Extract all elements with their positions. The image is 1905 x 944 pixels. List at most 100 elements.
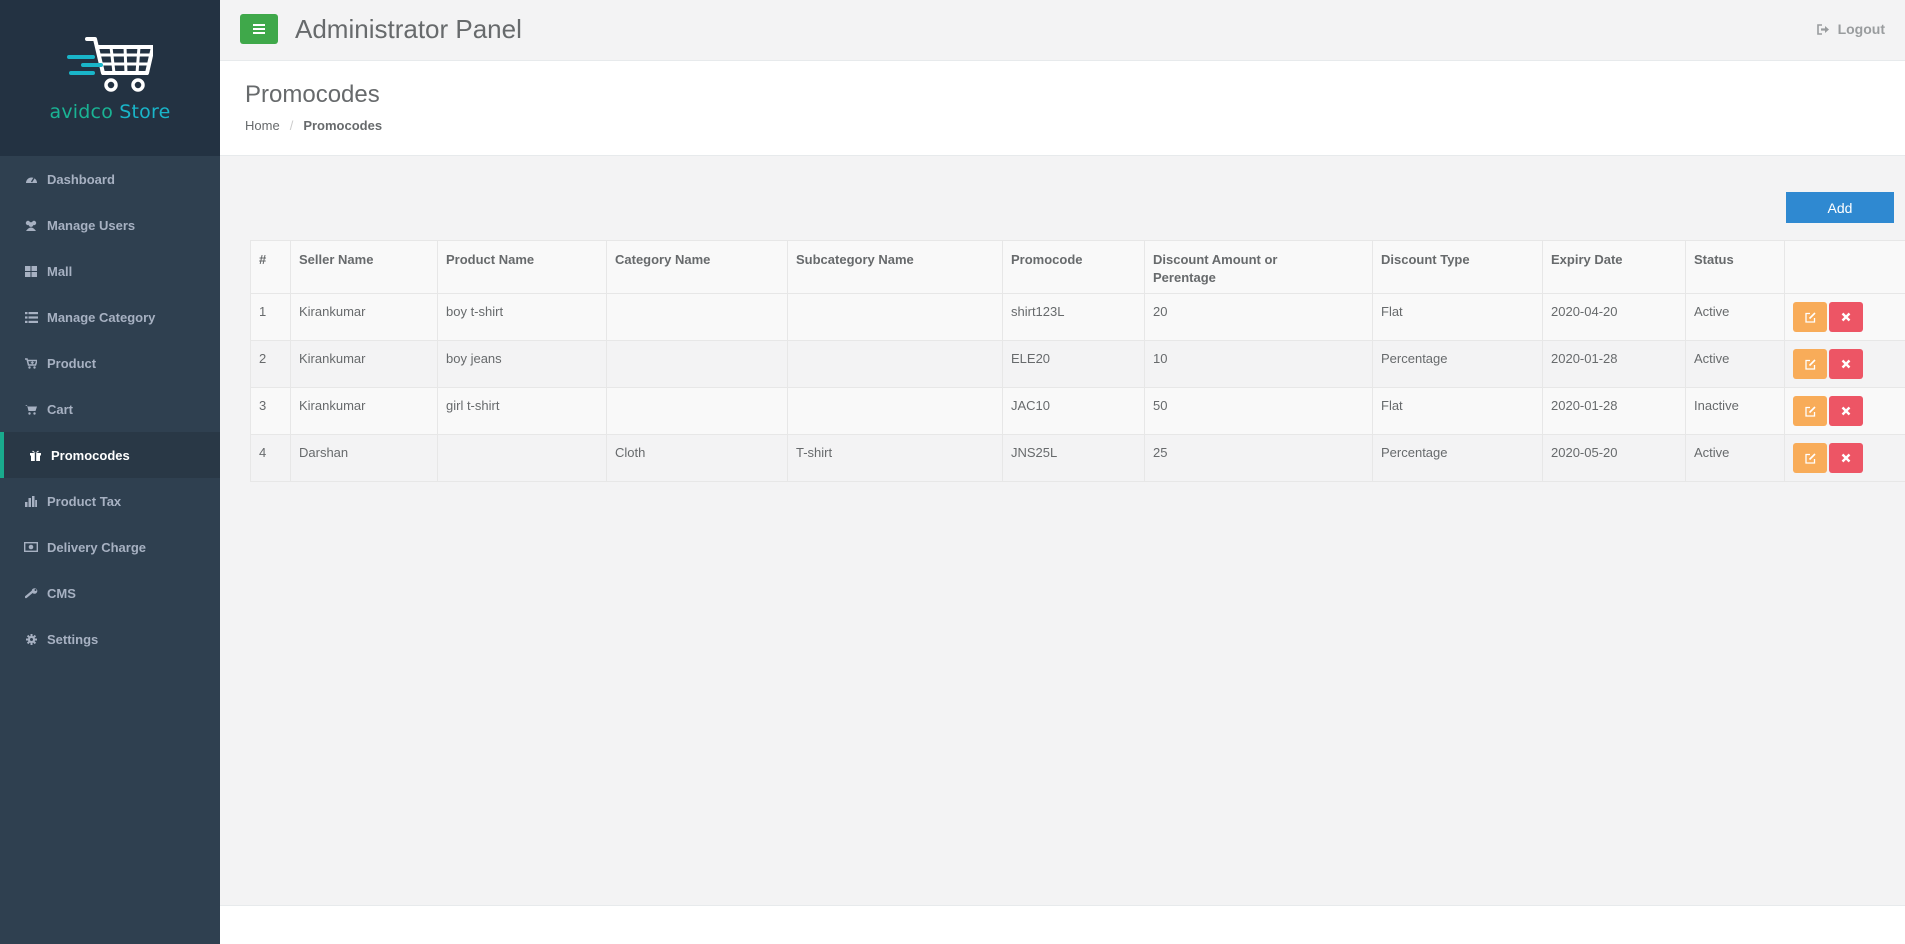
table-cell: Inactive: [1685, 387, 1785, 435]
sidebar-item-cms[interactable]: CMS: [0, 570, 220, 616]
top-navbar: Administrator Panel Logout: [220, 0, 1905, 61]
column-header: Category Name: [606, 240, 788, 294]
edit-button[interactable]: [1793, 443, 1827, 473]
page-title: Promocodes: [245, 81, 380, 108]
footer: [220, 905, 1905, 944]
brand-name-part1: avidco: [49, 101, 114, 123]
hamburger-icon: [253, 24, 265, 34]
table-cell: 2: [250, 340, 291, 388]
table-row: 1 Kirankumar boy t-shirt shirt123L 20 Fl…: [250, 293, 1905, 341]
sidebar-item-promocodes[interactable]: Promocodes: [0, 432, 220, 478]
table-row: 3 Kirankumar girl t-shirt JAC10 50 Flat …: [250, 387, 1905, 435]
sidebar-item-product[interactable]: Product: [0, 340, 220, 386]
list-icon: [24, 310, 38, 324]
sidebar-item-manage-category[interactable]: Manage Category: [0, 294, 220, 340]
sidebar-item-label: Manage Users: [47, 217, 136, 233]
delete-button[interactable]: [1829, 396, 1863, 426]
breadcrumb-home-link[interactable]: Home: [245, 118, 280, 133]
brand-name: avidco Store: [50, 101, 171, 123]
cart-plus-icon: [24, 356, 38, 370]
table-header-row: # Seller Name Product Name Category Name…: [250, 240, 1905, 294]
table-cell: [606, 387, 788, 435]
table-cell: [787, 340, 1003, 388]
sidebar-item-label: Dashboard: [47, 171, 115, 187]
table-cell: T-shirt: [787, 434, 1003, 482]
table-cell: girl t-shirt: [437, 387, 607, 435]
page-heading: Promocodes Home / Promocodes: [220, 61, 1905, 156]
delete-button[interactable]: [1829, 349, 1863, 379]
sidebar-item-manage-users[interactable]: Manage Users: [0, 202, 220, 248]
edit-icon: [1804, 311, 1816, 323]
close-icon: [1841, 453, 1851, 463]
sign-out-icon: [1816, 23, 1830, 35]
sidebar-item-label: Delivery Charge: [47, 539, 146, 555]
column-header: Status: [1685, 240, 1785, 294]
edit-button[interactable]: [1793, 396, 1827, 426]
wrench-icon: [24, 586, 38, 600]
table-cell: Active: [1685, 340, 1785, 388]
row-actions: [1784, 340, 1905, 388]
sidebar-item-delivery-charge[interactable]: Delivery Charge: [0, 524, 220, 570]
gear-icon: [24, 632, 38, 646]
sidebar-item-label: Product: [47, 355, 97, 371]
sidebar-item-cart[interactable]: Cart: [0, 386, 220, 432]
column-header: Expiry Date: [1542, 240, 1686, 294]
column-header: Promocode: [1002, 240, 1145, 294]
column-header-actions: [1784, 240, 1905, 294]
edit-button[interactable]: [1793, 302, 1827, 332]
gift-icon: [28, 448, 42, 462]
table-cell: [437, 434, 607, 482]
table-cell: boy t-shirt: [437, 293, 607, 341]
table-cell: JNS25L: [1002, 434, 1145, 482]
table-cell: Active: [1685, 434, 1785, 482]
table-cell: 3: [250, 387, 291, 435]
brand-logo[interactable]: avidco Store: [0, 0, 220, 156]
row-actions: [1784, 293, 1905, 341]
table-cell: 2020-01-28: [1542, 340, 1686, 388]
table-cell: shirt123L: [1002, 293, 1145, 341]
logout-link[interactable]: Logout: [1816, 21, 1885, 37]
sidebar-item-mall[interactable]: Mall: [0, 248, 220, 294]
table-cell: 10: [1144, 340, 1373, 388]
table-cell: Percentage: [1372, 340, 1543, 388]
edit-icon: [1804, 405, 1816, 417]
table-cell: 50: [1144, 387, 1373, 435]
table-cell: Flat: [1372, 387, 1543, 435]
table-row: 4 Darshan Cloth T-shirt JNS25L 25 Percen…: [250, 434, 1905, 482]
table-cell: boy jeans: [437, 340, 607, 388]
delete-button[interactable]: [1829, 302, 1863, 332]
cart-icon: [24, 402, 38, 416]
breadcrumb-separator: /: [289, 118, 294, 133]
table-cell: 2020-05-20: [1542, 434, 1686, 482]
row-actions: [1784, 387, 1905, 435]
table-cell: [606, 340, 788, 388]
column-header: Seller Name: [290, 240, 438, 294]
edit-icon: [1804, 358, 1816, 370]
users-icon: [24, 218, 38, 232]
sidebar-item-product-tax[interactable]: Product Tax: [0, 478, 220, 524]
sidebar-item-label: Cart: [47, 401, 74, 417]
sidebar-item-label: Promocodes: [51, 447, 130, 463]
row-actions: [1784, 434, 1905, 482]
delete-button[interactable]: [1829, 443, 1863, 473]
sidebar-item-dashboard[interactable]: Dashboard: [0, 156, 220, 202]
promocodes-table: # Seller Name Product Name Category Name…: [250, 240, 1905, 482]
table-cell: Active: [1685, 293, 1785, 341]
breadcrumb: Home / Promocodes: [245, 118, 382, 133]
column-header: #: [250, 240, 291, 294]
sidebar-item-settings[interactable]: Settings: [0, 616, 220, 662]
close-icon: [1841, 359, 1851, 369]
menu-toggle-button[interactable]: [240, 14, 278, 44]
table-cell: JAC10: [1002, 387, 1145, 435]
grid-icon: [24, 264, 38, 278]
table-cell: 20: [1144, 293, 1373, 341]
sidebar: avidco Store Dashboard Manage Users Mall…: [0, 0, 220, 944]
add-promocode-button[interactable]: Add: [1786, 192, 1894, 223]
sidebar-item-label: Manage Category: [47, 309, 156, 325]
close-icon: [1841, 312, 1851, 322]
sidebar-item-label: CMS: [47, 585, 76, 601]
table-cell: Kirankumar: [290, 387, 438, 435]
promocodes-table-wrapper: # Seller Name Product Name Category Name…: [250, 240, 1905, 482]
table-cell: Cloth: [606, 434, 788, 482]
edit-button[interactable]: [1793, 349, 1827, 379]
